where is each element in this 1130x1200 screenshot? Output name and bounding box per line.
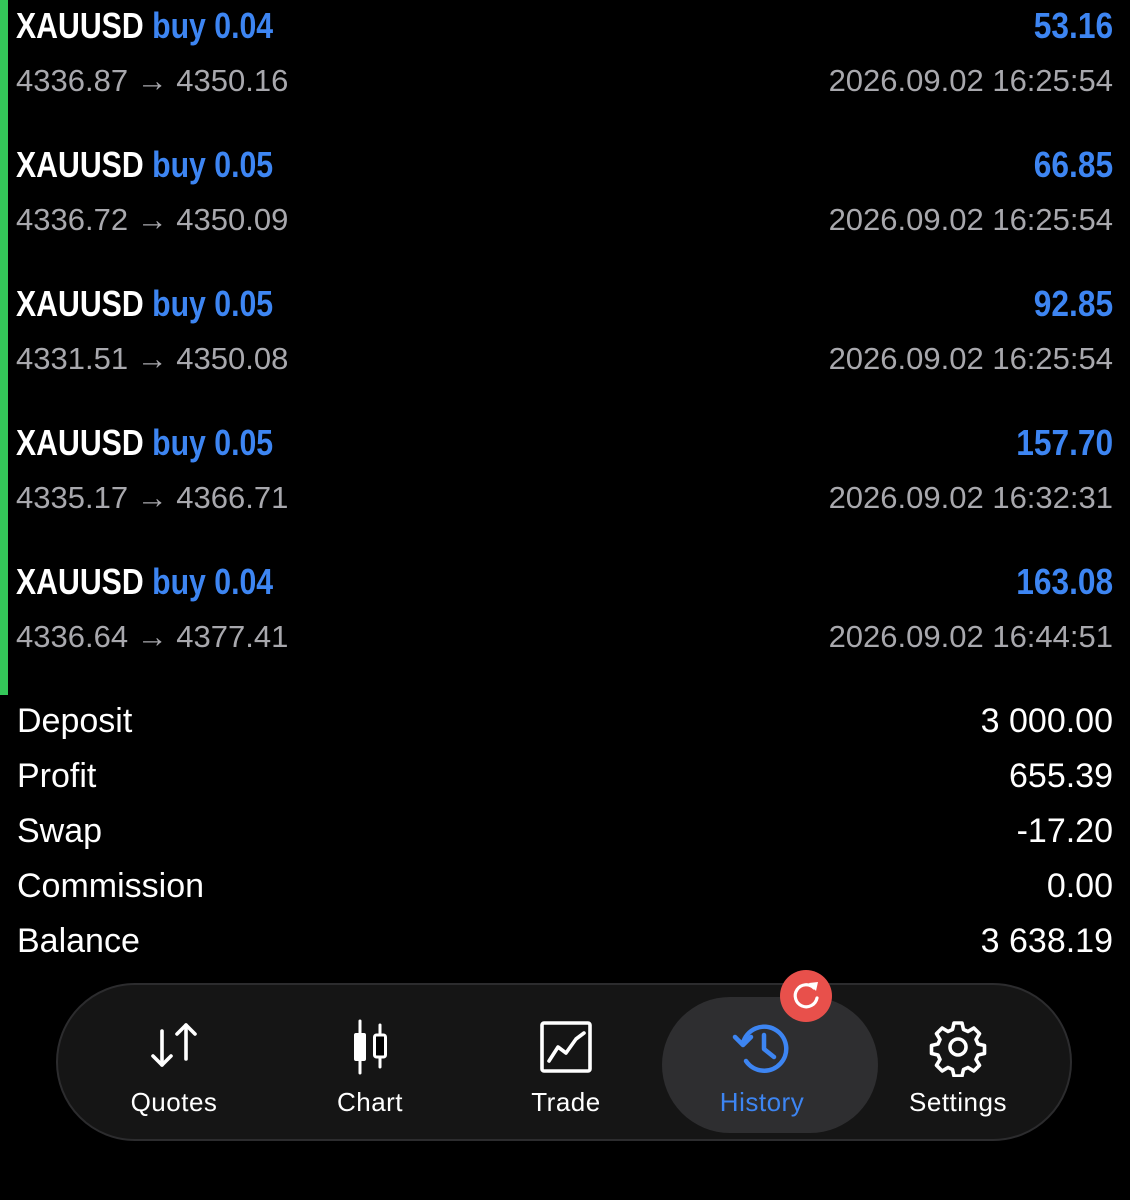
- deal-symbol: XAUUSD: [16, 283, 144, 324]
- summary-label: Profit: [17, 757, 97, 795]
- deal-title: XAUUSD buy 0.04: [16, 2, 273, 50]
- deal-row[interactable]: XAUUSD buy 0.05 66.85 4336.72 → 4350.09 …: [0, 139, 1130, 278]
- summary-value: 0.00: [1046, 867, 1113, 905]
- summary-label: Balance: [17, 922, 140, 960]
- summary-label: Commission: [17, 867, 205, 905]
- deal-title: XAUUSD buy 0.05: [16, 419, 273, 467]
- summary-row-swap: Swap -17.20: [0, 803, 1130, 858]
- deal-profit: 66.85: [1033, 144, 1113, 185]
- deal-side-volume: buy 0.05: [152, 422, 274, 463]
- deal-time: 2026.09.02 16:25:54: [828, 341, 1113, 376]
- candlestick-chart-icon: [340, 1017, 400, 1077]
- deal-row[interactable]: XAUUSD buy 0.05 157.70 4335.17 → 4366.71…: [0, 417, 1130, 556]
- summary-label: Deposit: [17, 702, 133, 740]
- summary-row-balance: Balance 3 638.19: [0, 913, 1130, 968]
- deal-side-volume: buy 0.05: [152, 144, 274, 185]
- deal-profit: 163.08: [1016, 561, 1113, 602]
- profit-indicator-bar: [0, 278, 8, 417]
- deal-row[interactable]: XAUUSD buy 0.05 92.85 4331.51 → 4350.08 …: [0, 278, 1130, 417]
- deal-symbol: XAUUSD: [16, 144, 144, 185]
- tab-label: Trade: [531, 1087, 601, 1117]
- deal-time: 2026.09.02 16:25:54: [828, 63, 1113, 98]
- deal-side-volume: buy 0.04: [152, 5, 274, 46]
- deal-time: 2026.09.02 16:32:31: [828, 480, 1113, 515]
- gear-icon: [928, 1017, 988, 1077]
- summary-value: -17.20: [1016, 812, 1113, 850]
- tab-label: Quotes: [130, 1087, 218, 1117]
- deal-side-volume: buy 0.05: [152, 283, 274, 324]
- bottom-tab-bar: Quotes Chart Trade History Settings: [56, 970, 1072, 1141]
- profit-indicator-bar: [0, 417, 8, 556]
- tab-chart[interactable]: Chart: [272, 985, 468, 1139]
- refresh-badge[interactable]: [780, 970, 832, 1022]
- summary-value: 3 638.19: [980, 922, 1113, 960]
- deal-title: XAUUSD buy 0.05: [16, 141, 273, 189]
- deal-title: XAUUSD buy 0.05: [16, 280, 273, 328]
- profit-indicator-bar: [0, 139, 8, 278]
- account-summary: Deposit 3 000.00 Profit 655.39 Swap -17.…: [0, 693, 1130, 968]
- deal-time: 2026.09.02 16:44:51: [828, 619, 1113, 654]
- deals-list: XAUUSD buy 0.04 53.16 4336.87 → 4350.16 …: [0, 0, 1130, 695]
- deal-profit: 157.70: [1016, 422, 1113, 463]
- quotes-arrows-icon: [144, 1017, 204, 1077]
- deal-symbol: XAUUSD: [16, 422, 144, 463]
- tab-trade[interactable]: Trade: [468, 985, 664, 1139]
- deal-row[interactable]: XAUUSD buy 0.04 53.16 4336.87 → 4350.16 …: [0, 0, 1130, 139]
- history-clock-icon: [732, 1017, 792, 1077]
- deal-prices: 4336.72 → 4350.09: [16, 202, 289, 237]
- refresh-icon: [780, 970, 832, 1022]
- deal-row[interactable]: XAUUSD buy 0.04 163.08 4336.64 → 4377.41…: [0, 556, 1130, 695]
- tab-quotes[interactable]: Quotes: [76, 985, 272, 1139]
- deal-side-volume: buy 0.04: [152, 561, 274, 602]
- deal-time: 2026.09.02 16:25:54: [828, 202, 1113, 237]
- profit-indicator-bar: [0, 556, 8, 695]
- summary-value: 655.39: [1009, 757, 1113, 795]
- deal-title: XAUUSD buy 0.04: [16, 558, 273, 606]
- trade-chart-icon: [536, 1017, 596, 1077]
- tab-label: Chart: [336, 1087, 404, 1117]
- summary-value: 3 000.00: [980, 702, 1113, 740]
- profit-indicator-bar: [0, 0, 8, 139]
- tab-label: History: [719, 1087, 805, 1117]
- deal-symbol: XAUUSD: [16, 561, 144, 602]
- deal-prices: 4336.87 → 4350.16: [16, 63, 289, 98]
- deal-prices: 4336.64 → 4377.41: [16, 619, 289, 654]
- summary-row-profit: Profit 655.39: [0, 748, 1130, 803]
- tab-label: Settings: [909, 1087, 1007, 1117]
- summary-row-commission: Commission 0.00: [0, 858, 1130, 913]
- deal-profit: 92.85: [1033, 283, 1113, 324]
- summary-label: Swap: [17, 812, 103, 850]
- deal-profit: 53.16: [1033, 5, 1113, 46]
- deal-symbol: XAUUSD: [16, 5, 144, 46]
- summary-row-deposit: Deposit 3 000.00: [0, 693, 1130, 748]
- deal-prices: 4331.51 → 4350.08: [16, 341, 289, 376]
- tab-settings[interactable]: Settings: [860, 985, 1056, 1139]
- deal-prices: 4335.17 → 4366.71: [16, 480, 289, 515]
